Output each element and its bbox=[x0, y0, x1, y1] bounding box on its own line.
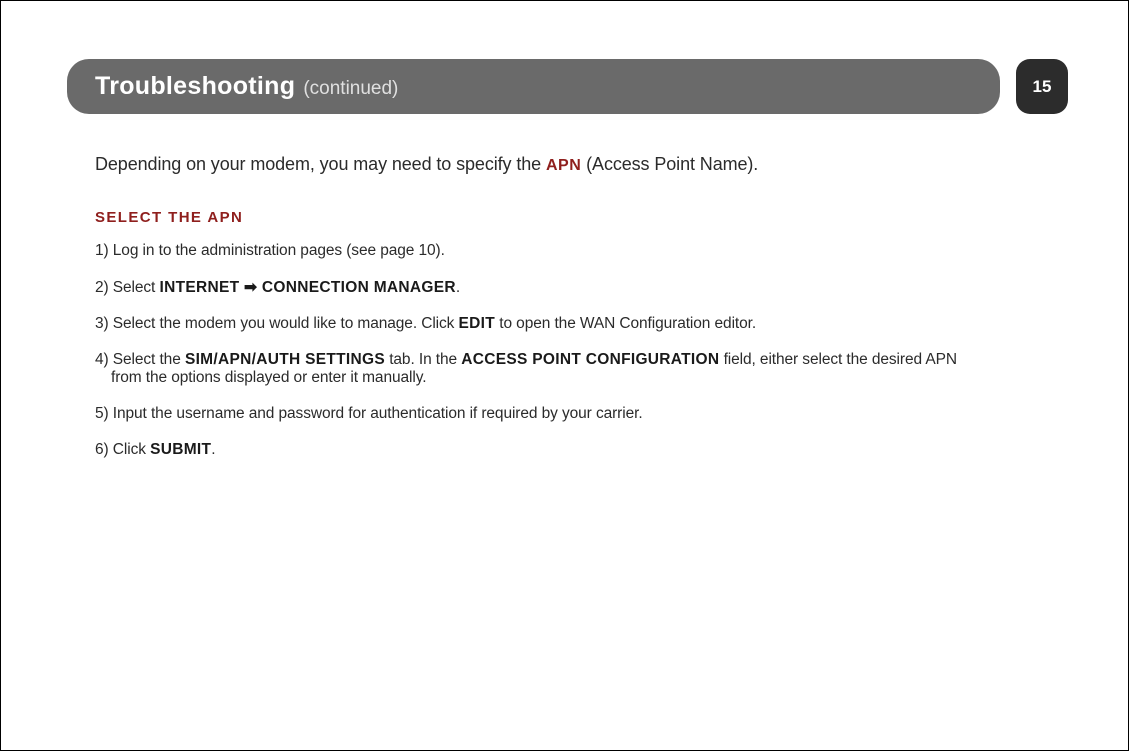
step-4-post1: field, either select the desired APN bbox=[719, 351, 957, 368]
step-1: 1) Log in to the administration pages (s… bbox=[95, 242, 1040, 260]
step-6-pre: 6) Click bbox=[95, 441, 150, 458]
step-4-access-point-config: ACCESS POINT CONFIGURATION bbox=[461, 351, 719, 368]
section-header-bar: Troubleshooting (continued) bbox=[67, 59, 1000, 114]
step-4-sim-apn-auth: SIM/APN/AUTH SETTINGS bbox=[185, 351, 385, 368]
page-header-row: Troubleshooting (continued) 15 bbox=[67, 59, 1068, 114]
step-4-pre: 4) Select the bbox=[95, 351, 185, 368]
step-6-post: . bbox=[211, 441, 215, 458]
step-2-connection-manager: CONNECTION MANAGER bbox=[262, 279, 456, 296]
arrow-icon: ➡ bbox=[239, 279, 262, 296]
intro-text-pre: Depending on your modem, you may need to… bbox=[95, 154, 546, 174]
page-number: 15 bbox=[1033, 77, 1052, 97]
section-continued: (continued) bbox=[303, 78, 398, 100]
section-heading: SELECT THE APN bbox=[95, 209, 1040, 226]
apn-highlight: APN bbox=[546, 157, 581, 174]
step-3-post: to open the WAN Configuration editor. bbox=[495, 315, 756, 332]
section-title: Troubleshooting bbox=[95, 72, 295, 101]
intro-paragraph: Depending on your modem, you may need to… bbox=[95, 154, 1040, 175]
content-area: Depending on your modem, you may need to… bbox=[67, 154, 1068, 459]
intro-text-post: (Access Point Name). bbox=[581, 154, 758, 174]
step-2-pre: 2) Select bbox=[95, 279, 159, 296]
step-2: 2) Select INTERNET ➡ CONNECTION MANAGER. bbox=[95, 278, 1040, 297]
page-number-badge: 15 bbox=[1016, 59, 1068, 114]
step-4-mid: tab. In the bbox=[385, 351, 461, 368]
step-2-post: . bbox=[456, 279, 460, 296]
step-6: 6) Click SUBMIT. bbox=[95, 441, 1040, 459]
step-3: 3) Select the modem you would like to ma… bbox=[95, 315, 1040, 333]
step-4-post2: from the options displayed or enter it m… bbox=[95, 369, 426, 386]
step-4: 4) Select the SIM/APN/AUTH SETTINGS tab.… bbox=[95, 351, 1040, 387]
step-3-pre: 3) Select the modem you would like to ma… bbox=[95, 315, 459, 332]
step-6-submit: SUBMIT bbox=[150, 441, 211, 458]
step-2-internet: INTERNET bbox=[159, 279, 239, 296]
step-5: 5) Input the username and password for a… bbox=[95, 405, 1040, 423]
step-3-edit: EDIT bbox=[459, 315, 496, 332]
